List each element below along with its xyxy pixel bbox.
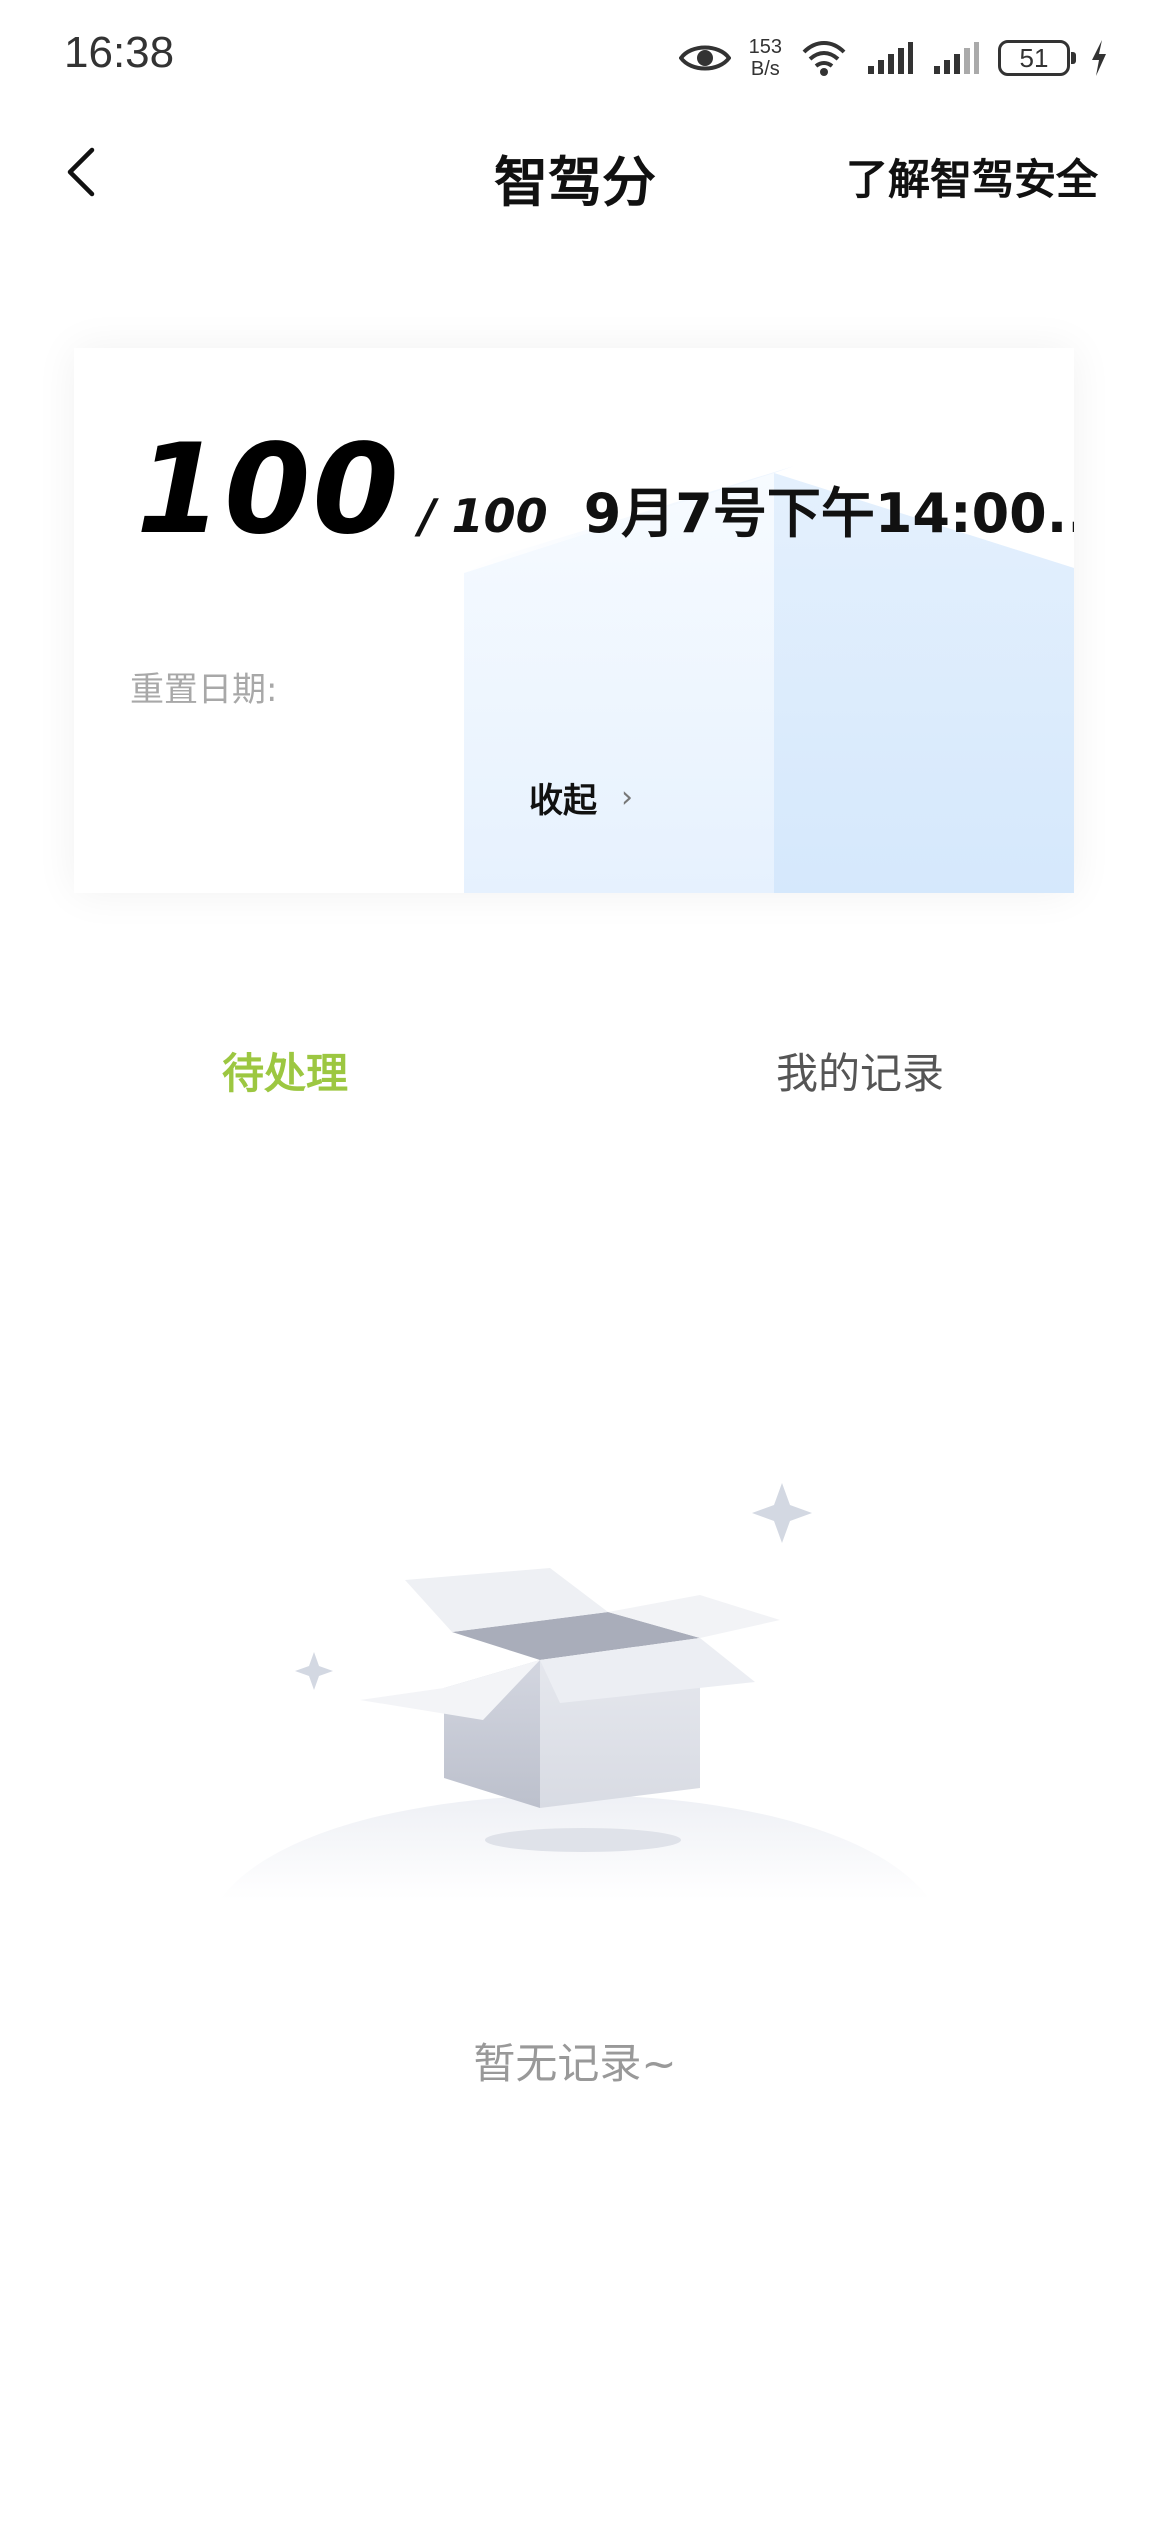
status-bar: 16:38 153 B/s 51 [0, 0, 1150, 120]
signal-icon [868, 42, 913, 74]
wifi-icon [802, 41, 846, 76]
reset-date-label: 重置日期: [130, 670, 278, 710]
empty-box-illustration [220, 1483, 930, 1900]
collapse-button[interactable]: 收起 › [529, 773, 633, 822]
learn-safety-link[interactable]: 了解智驾安全 [846, 146, 1098, 207]
header: 智驾分 了解智驾安全 [0, 120, 1150, 230]
chevron-right-icon: › [621, 780, 633, 815]
score-total: / 100 [418, 489, 548, 543]
tab-bar: 待处理 我的记录 [0, 1040, 1150, 1120]
charging-icon [1092, 40, 1106, 76]
battery-icon: 51 [998, 40, 1076, 76]
score-card: 100 / 100 9月7号下午14:00... 重置日期: 收起 › [74, 348, 1074, 893]
eye-icon [678, 45, 731, 71]
score-date: 9月7号下午14:00... [583, 482, 1074, 545]
score-row: 100 / 100 9月7号下午14:00... [136, 418, 1074, 562]
empty-state-text: 暂无记录~ [473, 2039, 677, 2088]
status-icons: 153 B/s 51 [678, 30, 1110, 86]
collapse-label: 收起 [529, 781, 597, 821]
tab-my-records[interactable]: 我的记录 [776, 1040, 944, 1101]
net-speed-value: 153 [748, 36, 782, 58]
net-speed-unit: B/s [750, 58, 780, 80]
net-speed: 153 B/s [749, 36, 782, 80]
signal-icon [934, 42, 979, 74]
score-value: 100 [136, 418, 401, 562]
status-time: 16:38 [64, 28, 175, 77]
tab-pending[interactable]: 待处理 [222, 1040, 348, 1101]
